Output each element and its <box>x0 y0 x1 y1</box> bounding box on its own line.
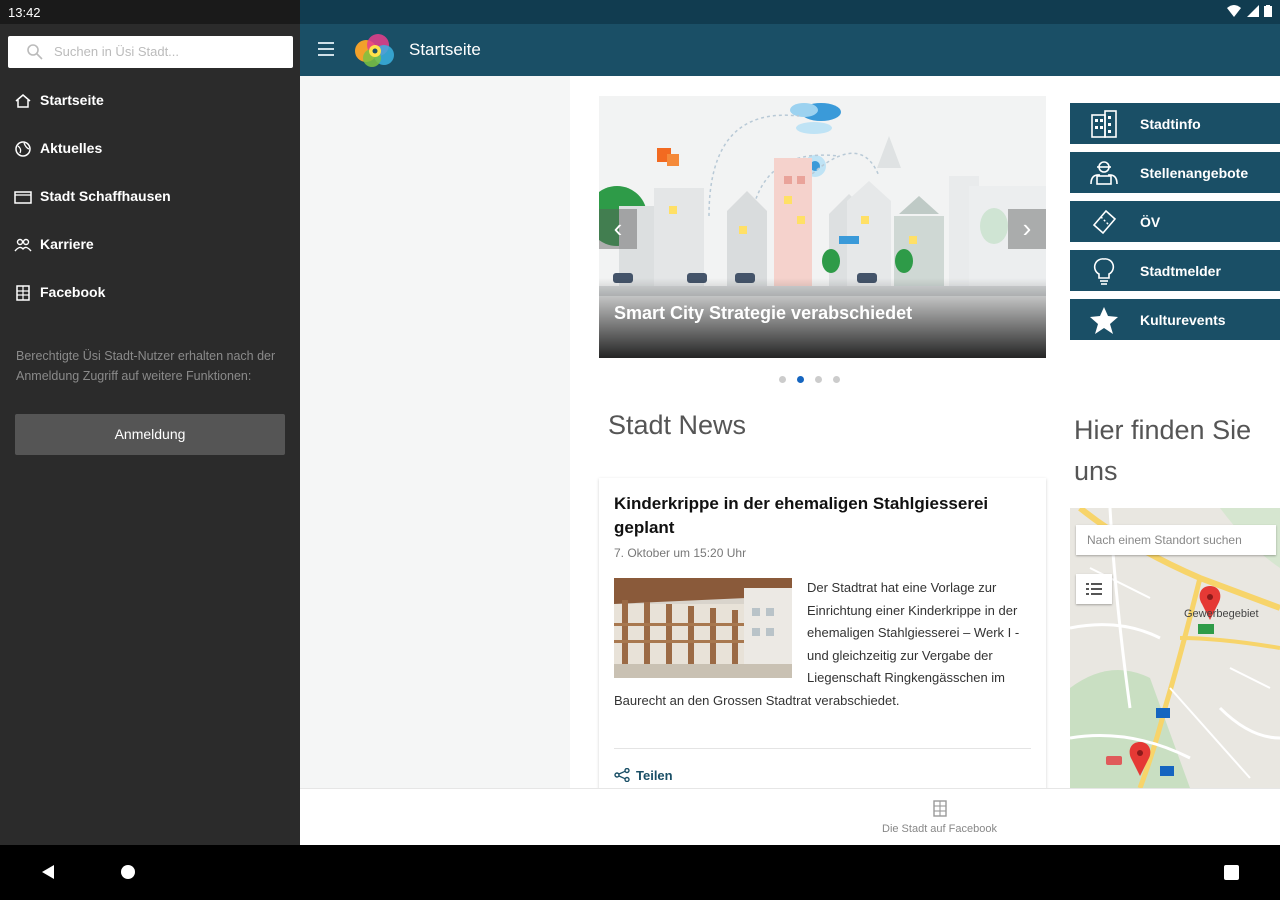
quick-link-stadtmelder[interactable]: Stadtmelder <box>1070 250 1280 291</box>
quick-link-label: Stadtinfo <box>1140 116 1201 132</box>
news-date: 7. Oktober um 15:20 Uhr <box>614 546 747 560</box>
main-content: Smart City Strategie verabschiedet ‹ › S… <box>300 76 1280 788</box>
building-icon[interactable] <box>932 799 948 817</box>
battery-icon <box>1264 5 1272 17</box>
carousel-pagination <box>779 376 859 386</box>
star-icon <box>1090 307 1118 334</box>
back-icon[interactable] <box>40 864 56 880</box>
workers-icon <box>1090 161 1118 185</box>
carousel-dot[interactable] <box>833 376 840 383</box>
navigation-drawer: Suchen in Üsi Stadt... Startseite Aktuel… <box>0 24 300 845</box>
home-icon <box>15 94 31 108</box>
signal-icon <box>1246 5 1259 17</box>
page-title: Startseite <box>409 40 481 59</box>
quick-link-label: ÖV <box>1140 214 1161 230</box>
ticket-icon <box>1092 209 1117 235</box>
app-bar: Startseite <box>300 24 1280 76</box>
hamburger-menu-icon[interactable] <box>318 42 334 56</box>
bottom-tab-facebook-label[interactable]: Die Stadt auf Facebook <box>882 823 997 835</box>
status-time: 13:42 <box>8 5 41 20</box>
news-thumbnail-spacer <box>614 577 807 687</box>
status-bar-right <box>300 0 1280 24</box>
drawer-item-aktuelles[interactable]: Aktuelles <box>0 128 300 168</box>
news-divider <box>614 748 1031 749</box>
drawer-item-startseite[interactable]: Startseite <box>0 80 300 120</box>
login-button[interactable]: Anmeldung <box>15 414 285 455</box>
news-body-wrapper: Der Stadtrat hat eine Vorlage zur Einric… <box>614 577 1034 712</box>
system-status-icons <box>1227 5 1272 20</box>
location-map[interactable]: Nach einem Standort suchen Gewerbegebiet <box>1070 508 1280 788</box>
drawer-item-karriere[interactable]: Karriere <box>0 224 300 264</box>
quick-link-stadtinfo[interactable]: Stadtinfo <box>1070 103 1280 144</box>
carousel-dot[interactable] <box>779 376 786 383</box>
app-logo <box>355 34 394 67</box>
quick-link-label: Stadtmelder <box>1140 263 1221 279</box>
drawer-item-label: Karriere <box>40 236 94 252</box>
recent-apps-icon[interactable] <box>1224 865 1239 880</box>
quick-link-stellenangebote[interactable]: Stellenangebote <box>1070 152 1280 193</box>
map-search-placeholder: Nach einem Standort suchen <box>1087 533 1242 547</box>
map-list-button[interactable] <box>1076 574 1112 604</box>
bottom-navigation: Die Stadt auf Facebook <box>300 788 1280 845</box>
status-bar: 13:42 <box>0 0 1280 24</box>
quick-link-oev[interactable]: ÖV <box>1070 201 1280 242</box>
quick-link-kulturevents[interactable]: Kulturevents <box>1070 299 1280 340</box>
drawer-item-label: Aktuelles <box>40 140 103 156</box>
globe-icon <box>15 141 31 157</box>
news-card[interactable]: Kinderkrippe in der ehemaligen Stahlgies… <box>599 478 1046 788</box>
lightbulb-icon <box>1093 258 1115 285</box>
quick-link-label: Stellenangebote <box>1140 165 1249 181</box>
system-navigation-bar <box>0 845 1280 900</box>
drawer-search-input[interactable]: Suchen in Üsi Stadt... <box>8 36 293 68</box>
news-section-title: Stadt News <box>608 410 747 440</box>
carousel-caption[interactable]: Smart City Strategie verabschiedet <box>614 303 912 324</box>
location-section-title: Hier finden Sie uns <box>1074 415 1252 486</box>
people-icon <box>14 238 32 252</box>
carousel-next-button[interactable]: › <box>1008 209 1046 249</box>
carousel-prev-button[interactable]: ‹ <box>599 209 637 249</box>
search-icon <box>27 44 43 60</box>
search-placeholder: Suchen in Üsi Stadt... <box>54 44 180 59</box>
status-bar-left: 13:42 <box>0 0 300 24</box>
share-icon <box>614 768 630 782</box>
map-place-label: Gewerbegebiet <box>1184 608 1259 620</box>
drawer-item-label: Startseite <box>40 92 104 108</box>
news-carousel[interactable]: Smart City Strategie verabschiedet ‹ › <box>599 96 1046 358</box>
wifi-icon <box>1227 5 1242 17</box>
quick-link-label: Kulturevents <box>1140 312 1226 328</box>
share-button[interactable]: Teilen <box>614 768 673 783</box>
building-icon <box>1091 110 1117 138</box>
home-button-icon[interactable] <box>121 865 135 879</box>
building-icon <box>16 285 30 301</box>
drawer-item-stadt-schaffhausen[interactable]: Stadt Schaffhausen <box>0 176 300 216</box>
login-hint: Berechtigte Üsi Stadt-Nutzer erhalten na… <box>16 349 276 383</box>
drawer-item-facebook[interactable]: Facebook <box>0 272 300 312</box>
map-search-input[interactable]: Nach einem Standort suchen <box>1076 525 1276 555</box>
drawer-item-label: Stadt Schaffhausen <box>40 188 171 204</box>
carousel-dot-active[interactable] <box>797 376 804 383</box>
news-headline[interactable]: Kinderkrippe in der ehemaligen Stahlgies… <box>614 492 1034 540</box>
list-icon <box>1086 583 1102 595</box>
carousel-dot[interactable] <box>815 376 822 383</box>
folder-icon <box>14 191 32 204</box>
content-left-gutter <box>300 76 570 788</box>
share-label: Teilen <box>636 768 673 783</box>
drawer-item-label: Facebook <box>40 284 106 300</box>
